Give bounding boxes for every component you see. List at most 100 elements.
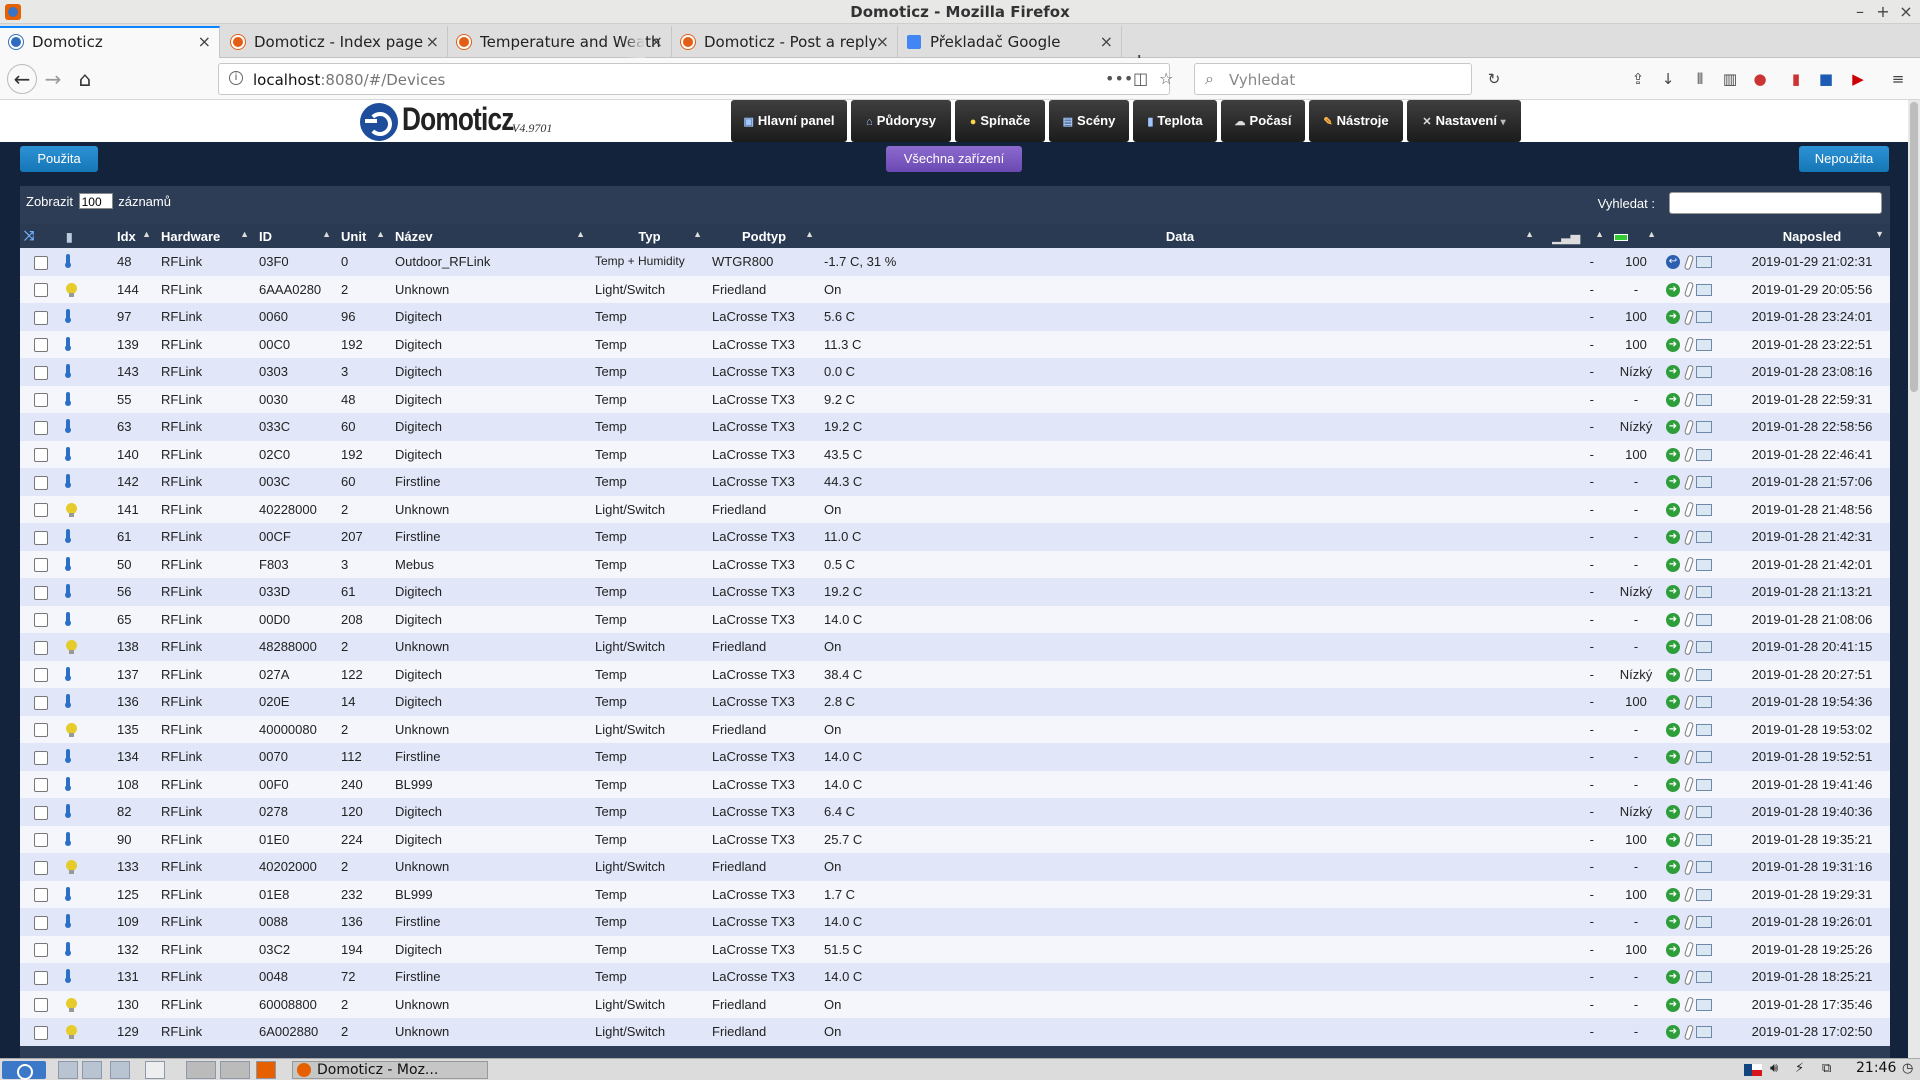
log-icon[interactable]	[1696, 998, 1712, 1011]
table-row[interactable]: 136 RFLink 020E 14 Digitech Temp LaCrosse TX3 2…	[20, 688, 1890, 716]
table-row[interactable]: 133 RFLink 40202000 2 Unknown Light/Switch Fri…	[20, 853, 1890, 881]
rename-icon[interactable]	[1683, 391, 1695, 408]
table-row[interactable]: 135 RFLink 40000080 2 Unknown Light/Switch Fri…	[20, 715, 1890, 743]
add-device-icon[interactable]: ➜	[1666, 392, 1680, 407]
col-type-icon[interactable]: ▮	[62, 224, 113, 248]
rename-icon[interactable]	[1683, 804, 1695, 821]
table-row[interactable]: 144 RFLink 6AAA0280 2 Unknown Light/Switch Fri…	[20, 275, 1890, 303]
add-device-icon[interactable]: ➜	[1666, 337, 1680, 352]
used-devices-button[interactable]: Použita	[20, 146, 98, 172]
extension-badge-icon[interactable]: ●	[1750, 69, 1770, 89]
page-scrollbar[interactable]	[1908, 100, 1920, 1058]
workspace-1-icon[interactable]	[186, 1061, 216, 1079]
checkbox[interactable]	[34, 558, 48, 573]
add-device-icon[interactable]: ➜	[1666, 530, 1680, 545]
close-tab-icon[interactable]: ×	[426, 26, 439, 58]
rename-icon[interactable]	[1683, 996, 1695, 1013]
bookmark-star-icon[interactable]: ☆	[1159, 69, 1173, 88]
forward-button[interactable]: →	[40, 66, 66, 92]
add-device-icon[interactable]: ➜	[1666, 1025, 1680, 1040]
table-row[interactable]: 134 RFLink 0070 112 Firstline Temp LaCrosse TX…	[20, 743, 1890, 771]
rename-icon[interactable]	[1683, 749, 1695, 766]
table-row[interactable]: 61 RFLink 00CF 207 Firstline Temp LaCrosse TX3…	[20, 523, 1890, 551]
menu-dashboard[interactable]: ▣ Hlavní panel	[731, 100, 847, 142]
table-row[interactable]: 130 RFLink 60008800 2 Unknown Light/Switch Fri…	[20, 990, 1890, 1018]
table-search-input[interactable]	[1669, 192, 1882, 214]
log-icon[interactable]	[1696, 256, 1712, 269]
download-icon[interactable]: ↓	[1658, 69, 1678, 89]
log-icon[interactable]	[1696, 778, 1712, 791]
workspace-2-icon[interactable]	[220, 1061, 250, 1079]
table-row[interactable]: 142 RFLink 003C 60 Firstline Temp LaCrosse TX3…	[20, 468, 1890, 496]
add-device-icon[interactable]: ➜	[1666, 447, 1680, 462]
row-checkbox[interactable]	[20, 605, 62, 633]
close-window-button[interactable]: ×	[1896, 2, 1916, 22]
table-row[interactable]: 138 RFLink 48288000 2 Unknown Light/Switch Fri…	[20, 633, 1890, 661]
table-row[interactable]: 137 RFLink 027A 122 Digitech Temp LaCrosse TX3…	[20, 660, 1890, 688]
page-length-select[interactable]: 100	[78, 193, 113, 209]
log-icon[interactable]	[1696, 558, 1712, 571]
checkbox[interactable]	[34, 365, 48, 380]
col-select[interactable]: ⤨	[20, 224, 62, 248]
log-icon[interactable]	[1696, 476, 1712, 489]
log-icon[interactable]	[1696, 586, 1712, 599]
row-checkbox[interactable]	[20, 853, 62, 881]
library-icon[interactable]: ⫴	[1690, 69, 1710, 89]
menu-floorplans[interactable]: ⌂ Půdorysy	[851, 100, 951, 142]
row-checkbox[interactable]	[20, 798, 62, 826]
row-checkbox[interactable]	[20, 770, 62, 798]
extension-blue-icon[interactable]: ■	[1816, 69, 1836, 89]
table-row[interactable]: 82 RFLink 0278 120 Digitech Temp LaCrosse TX3 6…	[20, 798, 1890, 826]
show-desktop-icon[interactable]	[58, 1061, 78, 1079]
site-info-icon[interactable]: i	[229, 71, 243, 85]
scrollbar-thumb[interactable]	[1910, 102, 1918, 392]
rename-icon[interactable]	[1683, 281, 1695, 298]
rename-icon[interactable]	[1683, 254, 1695, 271]
log-icon[interactable]	[1696, 338, 1712, 351]
minimize-button[interactable]: –	[1850, 2, 1870, 22]
row-checkbox[interactable]	[20, 523, 62, 551]
rename-icon[interactable]	[1683, 611, 1695, 628]
rename-icon[interactable]	[1683, 501, 1695, 518]
flag-cz-icon[interactable]	[1744, 1064, 1762, 1076]
add-device-icon[interactable]: ➜	[1666, 310, 1680, 325]
reload-icon[interactable]: ↻	[1484, 69, 1504, 89]
menu-scenes[interactable]: ▤ Scény	[1049, 100, 1129, 142]
search-bar[interactable]: ⌕ Vyhledat	[1194, 63, 1472, 95]
menu-settings[interactable]: ✕ Nastavení ▾	[1407, 100, 1521, 142]
col-data[interactable]: Data ▲	[820, 224, 1540, 248]
log-icon[interactable]	[1696, 393, 1712, 406]
rename-icon[interactable]	[1683, 309, 1695, 326]
checkbox[interactable]	[34, 970, 48, 985]
network-icon[interactable]: ⧉	[1822, 1061, 1831, 1076]
col-id[interactable]: ID ▲	[255, 224, 337, 248]
row-checkbox[interactable]	[20, 495, 62, 523]
table-row[interactable]: 109 RFLink 0088 136 Firstline Temp LaCrosse TX…	[20, 908, 1890, 936]
row-checkbox[interactable]	[20, 990, 62, 1018]
checkbox[interactable]	[34, 503, 48, 518]
rename-icon[interactable]	[1683, 474, 1695, 491]
col-subtype[interactable]: Podtyp ▲	[708, 224, 820, 248]
table-row[interactable]: 97 RFLink 0060 96 Digitech Temp LaCrosse TX3 5.…	[20, 303, 1890, 331]
sidebar-icon[interactable]: ▥	[1720, 69, 1740, 89]
rename-icon[interactable]	[1683, 886, 1695, 903]
row-checkbox[interactable]	[20, 248, 62, 276]
row-checkbox[interactable]	[20, 880, 62, 908]
checkbox[interactable]	[34, 530, 48, 545]
log-icon[interactable]	[1696, 751, 1712, 764]
add-device-icon[interactable]: ➜	[1666, 805, 1680, 820]
text-editor-icon[interactable]	[145, 1061, 165, 1079]
log-icon[interactable]	[1696, 806, 1712, 819]
youtube-icon[interactable]: ▶	[1848, 69, 1868, 89]
power-icon[interactable]: ⚡︎	[1795, 1061, 1804, 1076]
checkbox[interactable]	[34, 310, 48, 325]
rename-icon[interactable]	[1683, 556, 1695, 573]
add-device-icon[interactable]: ➜	[1666, 420, 1680, 435]
log-icon[interactable]	[1696, 641, 1712, 654]
unused-devices-button[interactable]: Nepoužita	[1799, 146, 1889, 172]
col-lastseen[interactable]: Naposled ▼	[1734, 224, 1890, 248]
add-device-icon[interactable]: ➜	[1666, 365, 1680, 380]
add-device-icon[interactable]: ➜	[1666, 750, 1680, 765]
row-checkbox[interactable]	[20, 908, 62, 936]
log-icon[interactable]	[1696, 696, 1712, 709]
